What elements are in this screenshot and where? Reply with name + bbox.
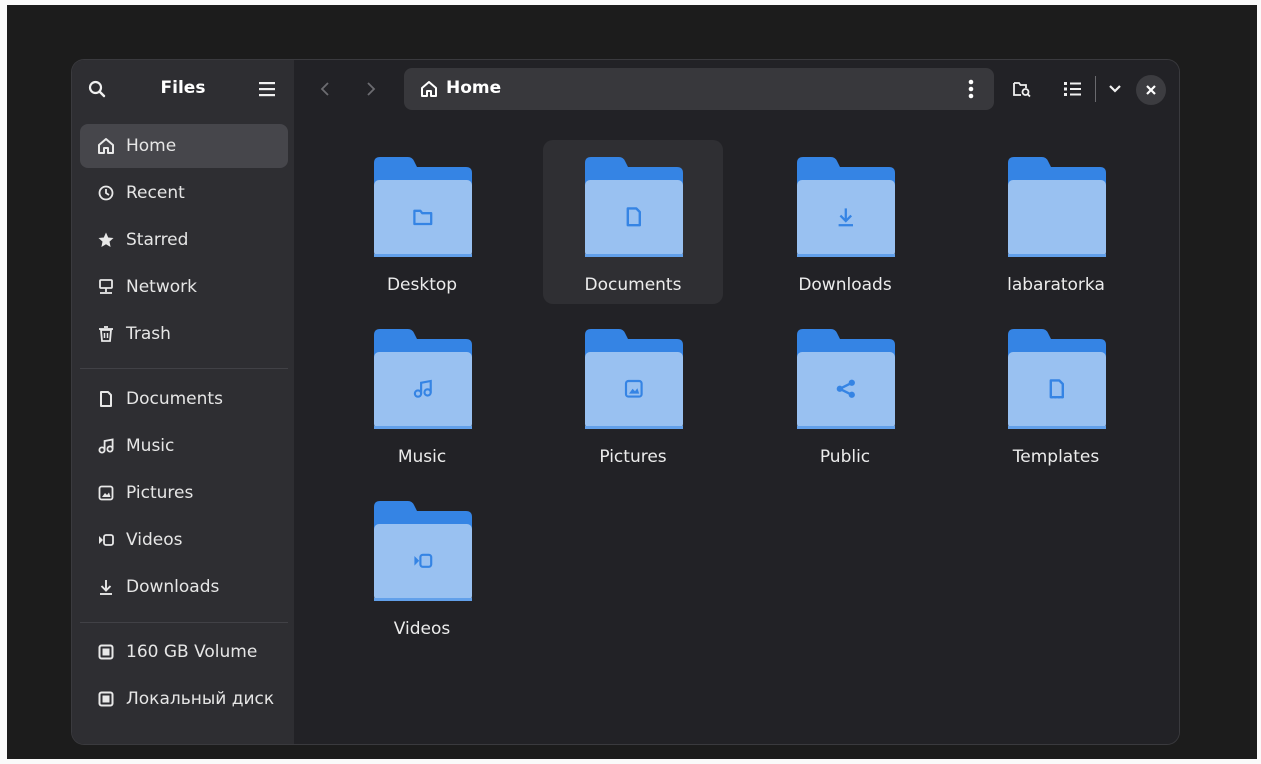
trash-icon (96, 324, 116, 344)
sidebar-item-recent[interactable]: Recent (80, 171, 288, 215)
sidebar-item-label: Starred (126, 230, 189, 250)
sidebar-item-label: Network (126, 277, 197, 297)
sidebar-item-videos[interactable]: Videos (80, 518, 288, 562)
drive-icon (96, 642, 116, 662)
folder-label: labaratorka (1007, 275, 1105, 295)
folder-icon (585, 157, 683, 257)
sidebar-item-pictures[interactable]: Pictures (80, 471, 288, 515)
sidebar-item-music[interactable]: Music (80, 424, 288, 468)
download-icon (100, 580, 112, 595)
folder-icon (374, 329, 472, 429)
music-icon (96, 436, 116, 456)
drive-icon (96, 689, 116, 709)
folder-icon (374, 157, 472, 257)
sidebar-item-documents[interactable]: Documents (80, 377, 288, 421)
folder-icon (797, 157, 895, 257)
video-icon (96, 530, 116, 550)
star-icon (96, 230, 116, 250)
sidebar-item-label: 160 GB Volume (126, 642, 258, 662)
trash-icon (99, 326, 113, 342)
sidebar-item-label: Recent (126, 183, 185, 203)
files-window: Files Home Recent Starred Network Trash Docu… (72, 60, 1179, 744)
sidebar-item-label: Pictures (126, 483, 194, 503)
sidebar-item-network[interactable]: Network (80, 265, 288, 309)
sidebar-item-160-gb-volume[interactable]: 160 GB Volume (80, 630, 288, 674)
sidebar-item-downloads[interactable]: Downloads (80, 565, 288, 609)
folder-icon (374, 501, 472, 601)
folder-item[interactable]: Desktop (332, 140, 512, 304)
folder-label: Downloads (798, 275, 892, 295)
network-icon (96, 277, 116, 297)
music-icon (98, 438, 114, 454)
star-icon (98, 232, 114, 247)
sidebar-item-label: Videos (126, 530, 183, 550)
sidebar-item-label: Documents (126, 389, 223, 409)
sidebar-separator (80, 622, 288, 623)
sidebar-item-home[interactable]: Home (80, 124, 288, 168)
sidebar-item-label: Music (126, 436, 175, 456)
home-icon (96, 136, 116, 156)
sidebar-separator (80, 368, 288, 369)
folder-item[interactable]: Videos (332, 484, 512, 648)
sidebar: Files Home Recent Starred Network Trash Docu… (72, 60, 294, 744)
folder-icon (1008, 157, 1106, 257)
hamburger-menu-icon (259, 82, 275, 97)
sidebar-item-label: Trash (126, 324, 171, 344)
sidebar-header: Files (72, 60, 294, 118)
folder-grid: Desktop Documents Downloads labaratorka (294, 60, 1179, 744)
folder-label: Videos (393, 619, 451, 639)
picture-icon (98, 485, 114, 501)
folder-item[interactable]: labaratorka (966, 140, 1146, 304)
sidebar-item-trash[interactable]: Trash (80, 312, 288, 356)
video-icon (99, 534, 114, 546)
folder-item[interactable]: Public (755, 312, 935, 476)
drive-icon (98, 644, 114, 660)
picture-icon (96, 483, 116, 503)
sidebar-item-label: Home (126, 136, 177, 156)
main-menu-button[interactable] (250, 72, 284, 106)
main-pane: Home Desktop Documents Downloads labarat… (294, 60, 1179, 744)
clock-icon (96, 183, 116, 203)
folder-label: Pictures (599, 447, 667, 467)
folder-label: Music (397, 447, 447, 467)
sidebar-item-starred[interactable]: Starred (80, 218, 288, 262)
network-icon (99, 279, 113, 294)
drive-icon (98, 691, 114, 707)
document-icon (100, 391, 112, 407)
sidebar-item-локальный-диск[interactable]: Локальный диск (80, 677, 288, 721)
folder-icon (1008, 329, 1106, 429)
home-icon (98, 138, 114, 154)
sidebar-item-label: Downloads (126, 577, 220, 597)
folder-item[interactable]: Documents (543, 140, 723, 304)
folder-item[interactable]: Downloads (755, 140, 935, 304)
folder-item[interactable]: Music (332, 312, 512, 476)
folder-icon (797, 329, 895, 429)
folder-label: Templates (1012, 447, 1100, 467)
folder-icon (585, 329, 683, 429)
document-icon (96, 389, 116, 409)
folder-item[interactable]: Pictures (543, 312, 723, 476)
sidebar-item-label: Локальный диск (126, 689, 275, 709)
folder-label: Documents (584, 275, 682, 295)
folder-label: Public (819, 447, 871, 467)
folder-item[interactable]: Templates (966, 312, 1146, 476)
download-icon (96, 577, 116, 597)
folder-label: Desktop (386, 275, 458, 295)
clock-icon (98, 185, 114, 201)
